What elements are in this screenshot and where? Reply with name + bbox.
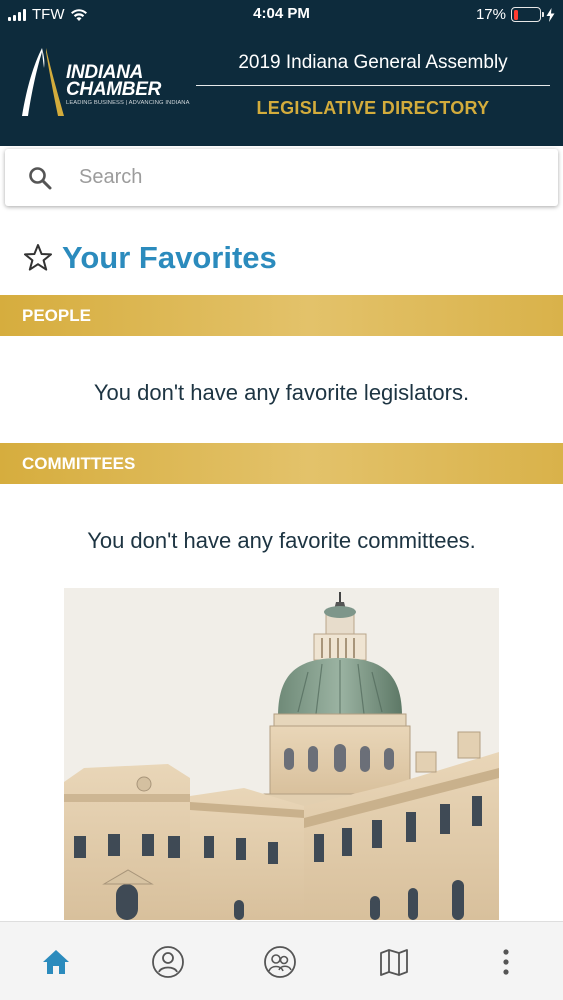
search-bar[interactable] xyxy=(5,149,558,206)
more-vertical-icon xyxy=(503,949,509,975)
app-header: TFW 4:04 PM 17% INDIANA CHAMBER LEADING … xyxy=(0,0,563,146)
page-title: Your Favorites xyxy=(62,240,277,275)
battery-icon xyxy=(511,7,544,22)
tab-people[interactable] xyxy=(150,944,186,980)
tab-home[interactable] xyxy=(38,944,74,980)
section-header-people: PEOPLE xyxy=(0,295,563,336)
capitol-building-image xyxy=(64,588,499,920)
header-title: 2019 Indiana General Assembly xyxy=(238,52,508,73)
tab-map[interactable] xyxy=(376,944,412,980)
map-icon xyxy=(380,949,408,976)
header-divider xyxy=(196,85,550,86)
home-icon xyxy=(43,950,69,974)
tab-more[interactable] xyxy=(488,944,524,980)
section-header-committees: COMMITTEES xyxy=(0,443,563,484)
search-input[interactable] xyxy=(79,166,519,189)
search-icon xyxy=(29,166,52,189)
bottom-tab-bar xyxy=(0,921,563,1000)
battery-percent: 17% xyxy=(475,6,506,23)
star-outline-icon[interactable] xyxy=(22,242,54,274)
empty-legislators-message: You don't have any favorite legislators. xyxy=(93,380,470,405)
logo-tagline: LEADING BUSINESS | ADVANCING INDIANA xyxy=(66,100,190,106)
logo-line-2: CHAMBER xyxy=(66,79,162,100)
indiana-chamber-logo: INDIANA CHAMBER LEADING BUSINESS | ADVAN… xyxy=(20,46,189,121)
empty-committees-message: You don't have any favorite committees. xyxy=(87,528,476,553)
bolt-icon xyxy=(546,7,555,22)
status-bar: TFW 4:04 PM 17% xyxy=(0,0,563,30)
header-subtitle: LEGISLATIVE DIRECTORY xyxy=(256,98,490,118)
people-group-icon xyxy=(264,946,296,978)
favorites-heading: Your Favorites xyxy=(22,240,277,276)
tab-committees[interactable] xyxy=(262,944,298,980)
torch-icon xyxy=(22,48,64,116)
person-icon xyxy=(152,946,184,978)
